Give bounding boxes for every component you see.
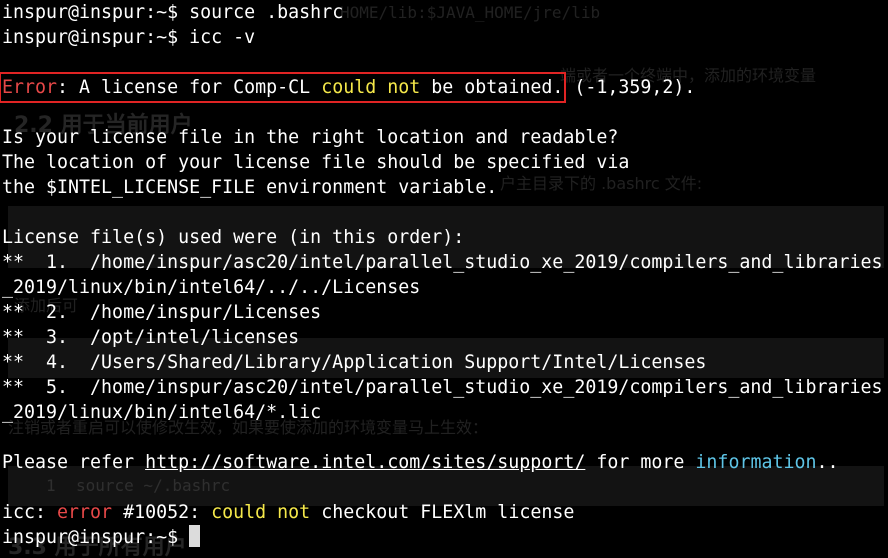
keyword-not: not [277, 502, 311, 523]
command-text: icc -v [178, 27, 256, 48]
terminal-line-files-header: License file(s) used were (in this order… [2, 227, 465, 248]
keyword-could: could [321, 77, 377, 98]
terminal-line-prompt[interactable]: inspur@inspur:~$ [2, 525, 883, 550]
command-text: source .bashrc [178, 2, 344, 23]
license-path-1-cont: _2019/linux/bin/intel64/../../Licenses [2, 277, 421, 298]
shell-prompt: inspur@inspur:~$ [2, 2, 179, 23]
terminal-line-icc: inspur@inspur:~$ icc -v [2, 25, 883, 50]
error-message-prefix: : A license for Comp-CL [57, 77, 322, 98]
terminal-line-source: inspur@inspur:~$ source .bashrc [2, 0, 883, 25]
terminal-output: inspur@inspur:~$ source .bashrc inspur@i… [0, 0, 883, 550]
license-path-3: ** 3. /opt/intel/licenses [2, 327, 300, 348]
refer-more: more [640, 452, 685, 473]
shell-prompt: inspur@inspur:~$ [2, 27, 179, 48]
icc-error-suffix: checkout FLEXlm license [310, 502, 575, 523]
shell-prompt: inspur@inspur:~$ [2, 527, 179, 548]
license-path-5: ** 5. /home/inspur/asc20/intel/parallel_… [2, 377, 883, 398]
terminal-line-icc-error: icc: error #10052: could not checkout FL… [2, 500, 883, 525]
refer-mid: for [585, 452, 641, 473]
error-message-suffix: be obtained. [420, 77, 564, 98]
icc-error-label: error [57, 502, 113, 523]
icc-prefix: icc: [2, 502, 58, 523]
terminal-window[interactable]: HOME/lib:$JAVA_HOME/jre/lib 端或者一个终端中，添加的… [0, 0, 888, 558]
license-path-2: ** 2. /home/inspur/Licenses [2, 302, 322, 323]
license-path-1: ** 1. /home/inspur/asc20/intel/parallel_… [2, 252, 883, 273]
error-code: (-1,359,2). [563, 77, 696, 98]
error-highlight-box: Error: A license for Comp-CL could not b… [0, 72, 567, 103]
keyword-information: information [695, 452, 817, 473]
terminal-line-error: Error: A license for Comp-CL could not b… [0, 72, 883, 103]
terminal-line-question-3: the $INTEL_LICENSE_FILE environment vari… [2, 177, 498, 198]
refer-end: .. [816, 452, 839, 473]
cursor-block [189, 525, 201, 547]
error-label: Error [2, 77, 58, 98]
refer-prefix: Please refer [2, 452, 146, 473]
icc-error-code: #10052: [112, 502, 212, 523]
license-path-5-cont: _2019/linux/bin/intel64/*.lic [2, 402, 322, 423]
keyword-could: could [211, 502, 267, 523]
terminal-line-question-1: Is your license file in the right locati… [2, 127, 619, 148]
keyword-not: not [387, 77, 421, 98]
terminal-line-question-2: The location of your license file should… [2, 152, 630, 173]
terminal-line-refer: Please refer http://software.intel.com/s… [2, 450, 883, 475]
license-path-4: ** 4. /Users/Shared/Library/Application … [2, 352, 707, 373]
support-link[interactable]: http://software.intel.com/sites/support/ [145, 452, 585, 473]
